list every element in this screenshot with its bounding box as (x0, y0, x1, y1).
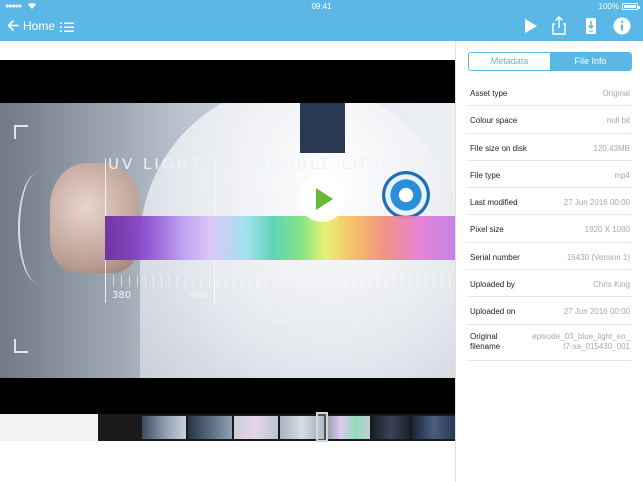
info-key: Colour space (470, 116, 518, 126)
info-key: Serial number (470, 252, 520, 262)
filmstrip-thumbnail (234, 416, 278, 439)
status-time: 09:41 (311, 2, 332, 11)
info-key: Last modified (470, 198, 518, 208)
info-row-colour-space: Colour space null bit (467, 106, 631, 134)
info-row-file-type: File type mp4 (467, 161, 631, 189)
info-value: 27 Jun 2016 00:00 (563, 198, 630, 208)
battery-percentage: 100% (598, 2, 619, 11)
hud-corner-top-left (14, 125, 28, 139)
hud-corner-bottom-left (14, 339, 28, 353)
asset-info-panel: Metadata File Info Asset type Original C… (455, 41, 643, 482)
status-bar: ●●●●● 09:41 100% (0, 0, 643, 13)
info-row-pixel-size: Pixel size 1920 X 1080 (467, 215, 631, 243)
filmstrip-thumbnail (372, 416, 410, 439)
navigation-bar: Home (0, 13, 643, 41)
info-row-last-modified: Last modified 27 Jun 2016 00:00 (467, 188, 631, 216)
uv-light-label: UV LIGHT (108, 155, 203, 173)
light-spectrum-band (105, 216, 455, 260)
filmstrip-thumbnail (326, 416, 370, 439)
info-key: File type (470, 170, 501, 180)
info-value: null bit (606, 116, 630, 126)
list-view-icon[interactable] (60, 20, 74, 32)
video-player[interactable]: UV LIGHT VISIBLE LIGHT 380 460 NANOMETER… (0, 60, 455, 422)
info-row-file-size: File size on disk 120.43MB (467, 134, 631, 161)
filmstrip-thumbnail (412, 416, 455, 439)
filmstrip-thumbnail (142, 416, 186, 439)
coat-logo-image (382, 171, 430, 219)
nanometers-label: NANOMETERS (271, 316, 348, 325)
info-value: 27 Jun 2016 00:00 (563, 307, 630, 317)
info-value: episode_03_blue_light_en_t7-xa_015430_00… (532, 331, 630, 351)
hud-arc (18, 173, 58, 283)
tick-label-380: 380 (112, 290, 132, 301)
info-row-serial-number: Serial number 15430 (Version 1) (467, 243, 631, 271)
info-value: 120.43MB (593, 143, 630, 153)
info-row-uploaded-by: Uploaded by Chris King (467, 270, 631, 298)
tab-file-info[interactable]: File Info (550, 53, 631, 70)
info-segmented-control: Metadata File Info (468, 52, 632, 71)
info-icon[interactable] (612, 16, 632, 36)
info-key: Uploaded on (470, 307, 516, 317)
filmstrip-scrubber-handle[interactable] (316, 412, 328, 442)
back-arrow-icon (7, 19, 19, 34)
video-play-button[interactable] (299, 176, 345, 222)
filmstrip-thumbnail (188, 416, 232, 439)
info-row-original-filename: Original filename episode_03_blue_light_… (467, 325, 631, 361)
filmstrip-empty-area (0, 414, 98, 441)
info-key: Pixel size (470, 225, 504, 235)
info-key: Original filename (470, 331, 501, 351)
info-key: Uploaded by (470, 280, 515, 290)
tab-metadata[interactable]: Metadata (469, 53, 550, 70)
back-label: Home (23, 19, 56, 33)
info-row-uploaded-on: Uploaded on 27 Jun 2016 00:00 (467, 297, 631, 325)
tie-image (300, 103, 345, 153)
device-download-icon[interactable] (581, 16, 601, 36)
play-icon[interactable] (520, 16, 540, 36)
back-button[interactable]: Home (7, 17, 55, 35)
info-value: 1920 X 1080 (584, 225, 630, 235)
share-icon[interactable] (549, 16, 569, 36)
info-value: mp4 (614, 170, 630, 180)
info-value: Chris King (593, 280, 630, 290)
visible-light-label: VISIBLE LIGHT (256, 155, 402, 173)
info-value: Original (602, 89, 630, 98)
app-header: ●●●●● 09:41 100% Home (0, 0, 643, 41)
file-info-list: Asset type Original Colour space null bi… (467, 79, 631, 361)
nanometer-scale (105, 275, 455, 287)
info-key: File size on disk (470, 143, 527, 153)
info-row-asset-type: Asset type Original (467, 79, 631, 107)
filmstrip[interactable] (98, 414, 455, 441)
battery-icon (622, 3, 640, 10)
info-key: Asset type (470, 89, 508, 98)
tick-label-460: 460 (190, 290, 210, 301)
video-frame: UV LIGHT VISIBLE LIGHT 380 460 NANOMETER… (0, 103, 455, 378)
info-value: 15430 (Version 1) (566, 252, 630, 262)
